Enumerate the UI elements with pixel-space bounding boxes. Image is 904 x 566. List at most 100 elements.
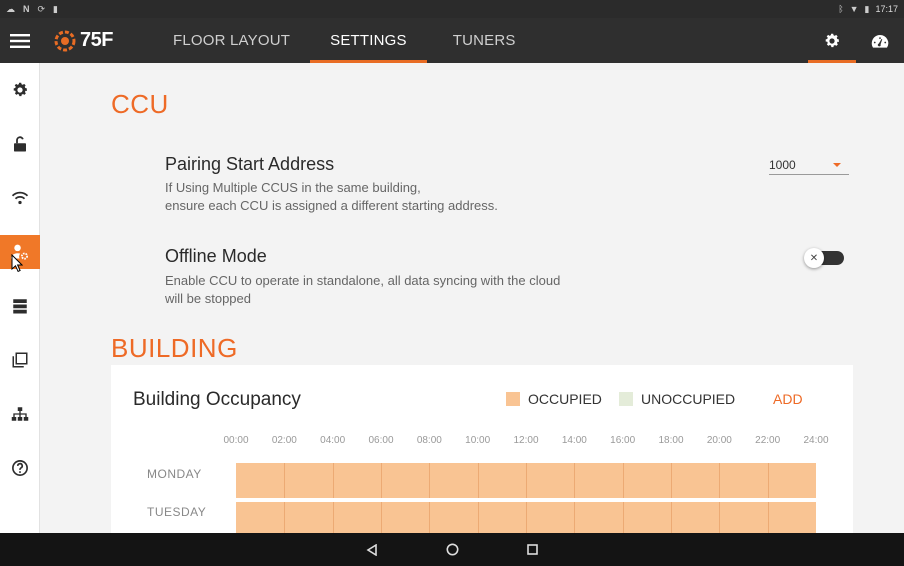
schedule-gridline [429,502,431,533]
sidebar-item-security[interactable] [0,117,40,171]
logo-mark-icon [54,30,76,51]
schedule-gridline [284,463,286,498]
schedule-bar-monday[interactable] [236,463,816,498]
sidebar-item-hierarchy[interactable] [0,387,40,441]
hamburger-icon [10,33,30,48]
dropdown-caret-icon [833,162,841,167]
hour-tick-label: 12:00 [513,435,539,446]
section-title-building: BUILDING [111,333,238,363]
schedule-gridline [477,463,479,498]
pairing-address-value: 1000 [769,157,796,172]
sync-icon: ⟳ [37,3,46,14]
app-bar: 75F FLOOR LAYOUT SETTINGS TUNERS [0,18,904,63]
offline-mode-desc: Enable CCU to operate in standalone, all… [165,272,560,308]
hour-axis: 00:00 02:00 04:00 06:00 08:00 10:00 12:00 14:00… [111,435,853,449]
offline-desc-line2: will be stopped [165,291,251,306]
tab-floor-layout[interactable]: FLOOR LAYOUT [153,18,310,63]
hour-tick-label: 02:00 [271,435,297,446]
help-icon [12,460,28,476]
recents-square-icon [526,544,538,555]
tab-settings[interactable]: SETTINGS [310,18,427,63]
legend-unoccupied-label: UNOCCUPIED [641,391,736,407]
gear-icon [825,33,840,47]
add-schedule-button[interactable]: ADD [773,391,803,407]
building-occupancy-card: Building Occupancy OCCUPIED UNOCCUPIED A… [111,365,853,533]
occupied-swatch [506,392,520,406]
hour-tick-label: 18:00 [658,435,684,446]
unlock-icon [14,136,26,152]
tab-tuners[interactable]: TUNERS [427,18,542,63]
schedule-gridline [574,502,576,533]
close-icon: ✕ [809,252,819,264]
legend-unoccupied: UNOCCUPIED [619,391,735,407]
wifi-icon [11,191,29,205]
sidebar-item-wifi[interactable] [0,171,40,225]
menu-button[interactable] [0,18,40,63]
schedule-gridline [719,502,721,533]
pairing-desc-line2: ensure each CCU is assigned a different … [165,198,498,213]
home-button[interactable] [440,538,464,562]
pairing-desc-line1: If Using Multiple CCUS in the same build… [165,180,421,195]
dashboard-button[interactable] [856,18,904,63]
gear-icon [13,82,28,97]
schedule-gridline [429,463,431,498]
schedule-gridline [332,502,334,533]
sd-card-icon: ▮ [53,3,58,14]
sidebar [0,63,40,533]
sidebar-item-help[interactable] [0,441,40,495]
sidebar-item-general[interactable] [0,63,40,117]
schedule-gridline [622,463,624,498]
schedule-gridline [719,463,721,498]
schedule-gridline [622,502,624,533]
logo: 75F [54,29,113,52]
settings-content: CCU Pairing Start Address If Using Multi… [41,63,904,533]
logo-text: 75F [80,29,113,51]
status-bar: ☁ N ⟳ ▮ ᛒ ▼ ▮ 17:17 [0,0,904,18]
server-icon [13,299,27,314]
section-title-ccu: CCU [111,89,169,119]
pairing-start-address-desc: If Using Multiple CCUS in the same build… [165,179,498,215]
offline-desc-line1: Enable CCU to operate in standalone, all… [165,273,561,288]
schedule-gridline [671,502,672,533]
day-label-monday: MONDAY [147,467,202,481]
cloud-icon: ☁ [6,3,15,14]
schedule-gridline [767,463,769,498]
hour-tick-label: 20:00 [706,435,732,446]
pairing-address-dropdown[interactable]: 1000 [769,155,849,175]
legend-occupied: OCCUPIED [506,391,602,407]
sidebar-item-copy[interactable] [0,333,40,387]
offline-mode-toggle[interactable]: ✕ [804,248,844,268]
hour-tick-label: 06:00 [368,435,394,446]
hour-tick-label: 24:00 [803,435,829,446]
back-triangle-icon [366,543,377,556]
legend-occupied-label: OCCUPIED [528,391,602,407]
schedule-bar-tuesday[interactable] [236,502,816,533]
settings-button[interactable] [808,18,856,63]
hour-tick-label: 16:00 [610,435,636,446]
hour-tick-label: 14:00 [561,435,587,446]
hour-tick-label: 00:00 [223,435,249,446]
recents-button[interactable] [520,538,544,562]
schedule-gridline [381,463,382,498]
offline-mode-title: Offline Mode [165,246,267,266]
pairing-start-address-title: Pairing Start Address [165,154,335,174]
copy-icon [12,352,28,368]
home-circle-icon [446,543,458,556]
schedule-gridline [381,502,382,533]
unoccupied-swatch [619,392,633,406]
dashboard-icon [871,34,889,48]
hierarchy-icon [11,407,29,421]
sidebar-item-server[interactable] [0,279,40,333]
schedule-gridline [284,502,286,533]
schedule-gridline [526,502,527,533]
status-time: 17:17 [875,4,898,14]
schedule-gridline [332,463,334,498]
back-button[interactable] [360,538,384,562]
toggle-thumb: ✕ [804,248,824,268]
status-bar-left: ☁ N ⟳ ▮ [6,3,58,14]
building-occupancy-title: Building Occupancy [133,389,301,410]
hour-tick-label: 22:00 [755,435,781,446]
schedule-gridline [477,502,479,533]
bluetooth-icon: ᛒ [838,3,844,14]
day-label-tuesday: TUESDAY [147,505,207,519]
